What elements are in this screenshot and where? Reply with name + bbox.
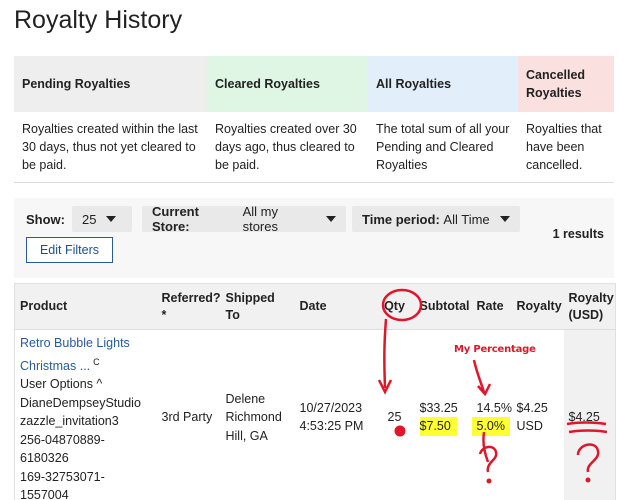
royalty-usd-cell: $4.25 bbox=[563, 329, 616, 500]
show-label: Show: bbox=[26, 212, 65, 227]
store-select[interactable]: Current Store: All my stores bbox=[142, 204, 346, 234]
col-header-date[interactable]: Date bbox=[294, 283, 375, 330]
all-royalties-header: All Royalties bbox=[368, 56, 518, 112]
chevron-down-icon bbox=[106, 216, 117, 222]
subtotal-value: $33.25 bbox=[419, 400, 458, 415]
rate-value: 14.5% bbox=[476, 400, 512, 415]
subtotal-cell: $33.25 $7.50 bbox=[415, 330, 472, 500]
col-header-royalty[interactable]: Royalty bbox=[511, 283, 564, 330]
col-header-referred[interactable]: Referred? * bbox=[156, 283, 221, 330]
product-template: zazzle_invitation3 bbox=[20, 414, 119, 429]
order-id: 169-32753071-1557004 bbox=[20, 469, 105, 500]
my-percentage-annotation: My Percentage bbox=[454, 344, 536, 355]
chevron-down-icon bbox=[326, 216, 336, 222]
period-select-value: All Time bbox=[443, 211, 490, 227]
store-select-value: All my stores bbox=[242, 204, 278, 234]
col-header-shipped-to[interactable]: Shipped To bbox=[220, 283, 295, 330]
edit-filters-button[interactable]: Edit Filters bbox=[26, 237, 113, 263]
pending-royalties-header: Pending Royalties bbox=[14, 56, 207, 112]
royalty-cell: $4.25 USD bbox=[516, 400, 548, 434]
all-royalties-description: The total sum of all your Pending and Cl… bbox=[368, 112, 518, 183]
date-value: 10/27/2023 bbox=[299, 400, 363, 415]
filter-bar: Show: 25 Current Store: All my stores Ti… bbox=[14, 198, 614, 278]
referred-cell: 3rd Party bbox=[161, 410, 213, 425]
royalty-status-table: Pending Royalties Cleared Royalties All … bbox=[14, 56, 614, 183]
cleared-royalties-header: Cleared Royalties bbox=[207, 56, 368, 112]
product-link[interactable]: Retro Bubble Lights Christmas ... bbox=[20, 336, 130, 373]
show-select[interactable]: 25 bbox=[72, 206, 132, 232]
cancelled-royalties-header: Cancelled Royalties bbox=[518, 56, 614, 112]
pending-royalties-description: Royalties created within the last 30 day… bbox=[14, 112, 207, 183]
page-title: Royalty History bbox=[14, 6, 183, 34]
product-store: DianeDempseyStudio bbox=[20, 395, 141, 410]
period-select-label: Time period: bbox=[362, 211, 440, 227]
show-select-value: 25 bbox=[82, 211, 97, 227]
table-row: Retro Bubble Lights Christmas ... C User … bbox=[15, 329, 616, 500]
time-value: 4:53:25 PM bbox=[299, 419, 364, 434]
cancelled-royalties-description: Royalties that have been cancelled. bbox=[518, 112, 614, 183]
date-cell: 10/27/2023 4:53:25 PM bbox=[295, 330, 375, 500]
store-select-label: Current Store: bbox=[152, 204, 199, 234]
product-id: 256-04870889-6180326 bbox=[20, 432, 105, 466]
chevron-down-icon bbox=[499, 216, 510, 222]
qty-cell: 25 bbox=[387, 410, 402, 425]
subtotal-highlight: $7.50 bbox=[419, 417, 457, 436]
product-link-suffix: C bbox=[93, 356, 100, 367]
product-cell: Retro Bubble Lights Christmas ... C User … bbox=[15, 330, 157, 500]
col-header-royalty-usd[interactable]: Royalty (USD) bbox=[563, 283, 616, 330]
col-header-qty[interactable]: Qty bbox=[374, 283, 415, 330]
royalty-table: Product Referred? * Shipped To Date Qty … bbox=[14, 283, 616, 500]
col-header-subtotal[interactable]: Subtotal bbox=[414, 283, 472, 330]
cleared-royalties-description: Royalties created over 30 days ago, thus… bbox=[207, 112, 368, 183]
period-select[interactable]: Time period: All Time bbox=[352, 206, 520, 232]
col-header-rate[interactable]: Rate bbox=[471, 283, 512, 330]
results-count: 1 results bbox=[552, 227, 604, 241]
shipped-to-cell: Delene Richmond Hill, GA bbox=[225, 391, 282, 443]
product-user-options[interactable]: User Options ^ bbox=[20, 375, 152, 394]
col-header-product[interactable]: Product bbox=[14, 283, 157, 330]
rate-highlight: 5.0% bbox=[471, 417, 510, 436]
rate-cell: 14.5% 5.0% bbox=[471, 330, 512, 500]
